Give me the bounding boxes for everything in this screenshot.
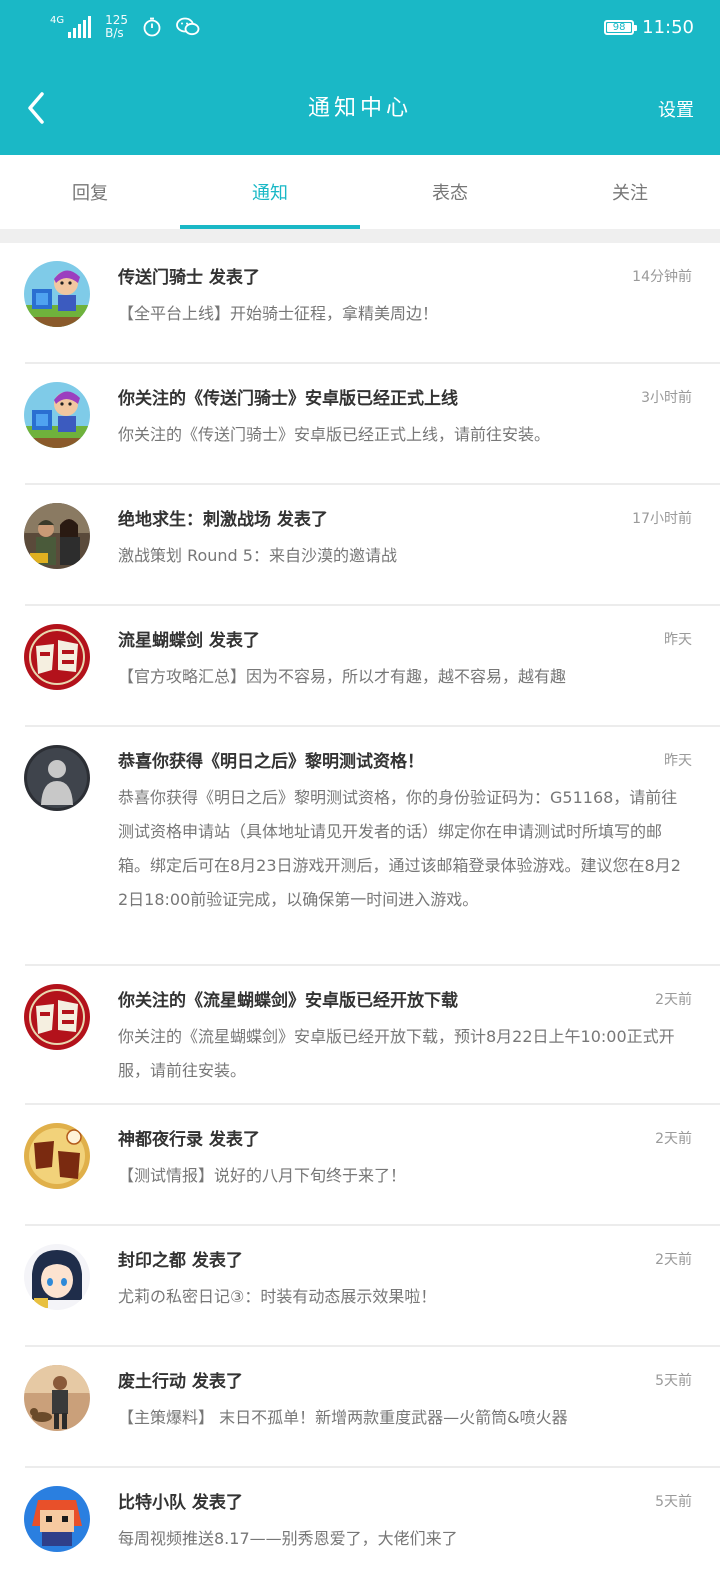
notification-item[interactable]: 你关注的《流星蝴蝶剑》安卓版已经开放下载 2天前 你关注的《流星蝴蝶剑》安卓版已… xyxy=(0,966,720,1105)
notification-title: 神都夜行录 发表了 xyxy=(118,1130,260,1150)
tab-replies[interactable]: 回复 xyxy=(0,155,180,229)
network-speed: 125 B/s xyxy=(105,14,128,40)
notification-title: 封印之都 发表了 xyxy=(118,1251,243,1271)
notification-title: 你关注的《流星蝴蝶剑》安卓版已经开放下载 xyxy=(118,991,458,1011)
tab-notifications[interactable]: 通知 xyxy=(180,155,360,229)
notification-item[interactable]: 神都夜行录 发表了 2天前 【测试情报】说好的八月下旬终于来了！ xyxy=(0,1105,720,1226)
clock: 11:50 xyxy=(642,17,694,38)
meteor-butterfly-sword-game-icon xyxy=(24,984,90,1050)
page-title: 通知中心 xyxy=(307,96,412,121)
notification-body: 你关注的《传送门骑士》安卓版已经正式上线，请前往安装。 xyxy=(118,425,551,444)
status-bar-left: 4G 125 B/s xyxy=(50,14,200,40)
notification-title: 绝地求生：刺激战场 发表了 xyxy=(118,510,328,530)
tab-separator xyxy=(0,229,720,243)
notification-time: 2天前 xyxy=(655,1252,692,1268)
notification-time: 3小时前 xyxy=(641,390,692,406)
notification-time: 昨天 xyxy=(664,753,692,769)
notification-time: 2天前 xyxy=(655,1131,692,1147)
tab-reactions[interactable]: 表态 xyxy=(360,155,540,229)
notification-list: 传送门骑士 发表了 14分钟前 【全平台上线】开始骑士征程，拿精美周边！ 你关注… xyxy=(0,243,720,1589)
status-bar-right: 98 11:50 xyxy=(604,17,694,38)
notification-title: 你关注的《传送门骑士》安卓版已经正式上线 xyxy=(118,389,458,409)
app-header: 4G 125 B/s 98 11:50 通知中心 设置 xyxy=(0,0,720,155)
network-speed-unit: B/s xyxy=(105,26,124,40)
notification-time: 2天前 xyxy=(655,992,692,1008)
meteor-butterfly-sword-game-icon xyxy=(24,624,90,690)
wasteland-soldier-game-icon xyxy=(24,1365,90,1431)
notification-title: 废土行动 发表了 xyxy=(118,1372,243,1392)
silhouette-avatar-icon xyxy=(24,745,90,811)
timer-icon xyxy=(143,17,161,37)
notification-item[interactable]: 传送门骑士 发表了 14分钟前 【全平台上线】开始骑士征程，拿精美周边！ xyxy=(0,243,720,364)
notification-time: 昨天 xyxy=(664,632,692,648)
signal-icon: 4G xyxy=(50,15,92,38)
notification-time: 5天前 xyxy=(655,1373,692,1389)
tab-following[interactable]: 关注 xyxy=(540,155,720,229)
notification-time: 14分钟前 xyxy=(632,269,692,285)
notification-body: 【测试情报】说好的八月下旬终于来了！ xyxy=(118,1166,407,1185)
wechat-icon xyxy=(176,17,200,36)
notification-item[interactable]: 废土行动 发表了 5天前 【主策爆料】 末日不孤单！新增两款重度武器—火箭筒&喷… xyxy=(0,1347,720,1468)
notification-title: 传送门骑士 发表了 xyxy=(118,268,260,288)
notification-body: 尤莉の私密日记③：时装有动态展示效果啦！ xyxy=(118,1287,437,1306)
pubg-mobile-game-icon xyxy=(24,503,90,569)
tab-bar: 回复 通知 表态 关注 xyxy=(0,155,720,229)
anime-girl-game-icon xyxy=(24,1244,90,1310)
notification-body: 恭喜你获得《明日之后》黎明测试资格，你的身份验证码为：G51168，请前往测试资… xyxy=(118,788,681,909)
settings-button[interactable]: 设置 xyxy=(658,96,694,122)
notification-item[interactable]: 流星蝴蝶剑 发表了 昨天 【官方攻略汇总】因为不容易，所以才有趣，越不容易，越有… xyxy=(0,606,720,727)
notification-title: 比特小队 发表了 xyxy=(118,1493,243,1513)
notification-time: 5天前 xyxy=(655,1494,692,1510)
battery-level: 98 xyxy=(612,21,626,33)
notification-time: 17小时前 xyxy=(632,511,692,527)
notification-title: 流星蝴蝶剑 发表了 xyxy=(118,631,260,651)
notification-body: 【官方攻略汇总】因为不容易，所以才有趣，越不容易，越有趣 xyxy=(118,667,567,686)
notification-item[interactable]: 恭喜你获得《明日之后》黎明测试资格！ 昨天 恭喜你获得《明日之后》黎明测试资格，… xyxy=(0,727,720,966)
notification-body: 【全平台上线】开始骑士征程，拿精美周边！ xyxy=(118,304,439,323)
notification-title: 恭喜你获得《明日之后》黎明测试资格！ xyxy=(118,752,424,772)
bit-squad-game-icon xyxy=(24,1486,90,1552)
status-bar: 4G 125 B/s 98 11:50 xyxy=(0,0,720,62)
notification-body: 激战策划 Round 5：来自沙漠的邀请战 xyxy=(118,546,397,565)
notification-body: 【主策爆料】 末日不孤单！新增两款重度武器—火箭筒&喷火器 xyxy=(118,1408,568,1427)
battery-icon: 98 xyxy=(604,20,638,35)
portal-knights-game-icon xyxy=(24,382,90,448)
notification-item[interactable]: 你关注的《传送门骑士》安卓版已经正式上线 3小时前 你关注的《传送门骑士》安卓版… xyxy=(0,364,720,485)
notification-item[interactable]: 绝地求生：刺激战场 发表了 17小时前 激战策划 Round 5：来自沙漠的邀请… xyxy=(0,485,720,606)
notification-body: 你关注的《流星蝴蝶剑》安卓版已经开放下载，预计8月22日上午10:00正式开服，… xyxy=(118,1027,675,1080)
portal-knights-game-icon xyxy=(24,261,90,327)
notification-item[interactable]: 比特小队 发表了 5天前 每周视频推送8.17——别秀恩爱了，大佬们来了 xyxy=(0,1468,720,1589)
shendu-night-game-icon xyxy=(24,1123,90,1189)
notification-item[interactable]: 封印之都 发表了 2天前 尤莉の私密日记③：时装有动态展示效果啦！ xyxy=(0,1226,720,1347)
network-type: 4G xyxy=(50,15,65,26)
notification-body: 每周视频推送8.17——别秀恩爱了，大佬们来了 xyxy=(118,1529,458,1548)
